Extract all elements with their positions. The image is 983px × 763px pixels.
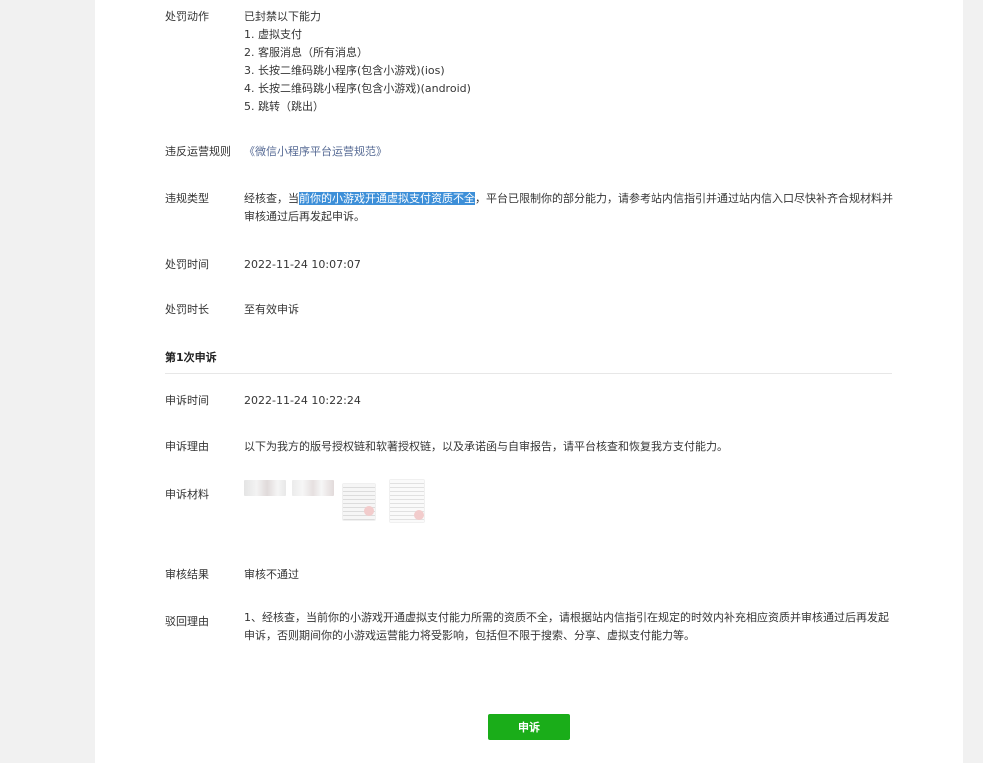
penalty-detail-card: 处罚动作 已封禁以下能力 1. 虚拟支付 2. 客服消息（所有消息） 3. 长按…	[95, 0, 963, 763]
penalty-time-label: 处罚时间	[165, 258, 209, 271]
reject-reason-value: 1、经核查，当前你的小游戏开通虚拟支付能力所需的资质不全，请根据站内信指引在规定…	[244, 611, 889, 642]
penalty-time-value: 2022-11-24 10:07:07	[244, 258, 361, 271]
penalty-duration-label: 处罚时长	[165, 303, 209, 316]
appeal-button[interactable]: 申诉	[488, 714, 570, 740]
appeal-section-title: 第1次申诉	[165, 351, 217, 364]
penalty-duration-value: 至有效申诉	[244, 303, 299, 316]
violation-type-value: 经核查，当前你的小游戏开通虚拟支付资质不全，平台已限制你的部分能力，请参考站内信…	[244, 190, 894, 226]
material-thumbnail[interactable]	[244, 480, 286, 496]
penalty-action-item: 1. 虚拟支付	[244, 28, 302, 41]
material-stamp	[364, 506, 374, 516]
appeal-time-value: 2022-11-24 10:22:24	[244, 394, 361, 407]
material-stamp	[414, 510, 424, 520]
review-result-label: 审核结果	[165, 568, 209, 581]
violation-type-prefix: 经核查，当	[244, 192, 299, 205]
penalty-action-value: 已封禁以下能力 1. 虚拟支付 2. 客服消息（所有消息） 3. 长按二维码跳小…	[244, 8, 894, 116]
appeal-materials-thumbnails	[244, 480, 444, 530]
penalty-action-item: 2. 客服消息（所有消息）	[244, 46, 368, 59]
appeal-reason-value: 以下为我方的版号授权链和软著授权链，以及承诺函与自审报告，请平台核查和恢复我方支…	[244, 440, 728, 453]
reject-reason-label: 驳回理由	[165, 615, 209, 628]
penalty-action-item: 5. 跳转（跳出）	[244, 100, 324, 113]
appeal-reason-label: 申诉理由	[165, 440, 209, 453]
violated-rule-label: 违反运营规则	[165, 145, 231, 158]
violation-type-label: 违规类型	[165, 192, 209, 205]
violation-type-highlight: 前你的小游戏开通虚拟支付资质不全	[299, 192, 475, 205]
penalty-action-item: 3. 长按二维码跳小程序(包含小游戏)(ios)	[244, 64, 445, 77]
operation-rules-link[interactable]: 《微信小程序平台运营规范》	[244, 143, 894, 161]
appeal-materials-label: 申诉材料	[165, 488, 209, 501]
appeal-time-label: 申诉时间	[165, 394, 209, 407]
section-divider	[165, 373, 892, 374]
material-thumbnail[interactable]	[292, 480, 334, 496]
penalty-action-label: 处罚动作	[165, 10, 209, 23]
review-result-value: 审核不通过	[244, 568, 299, 581]
penalty-action-item: 4. 长按二维码跳小程序(包含小游戏)(android)	[244, 82, 471, 95]
penalty-action-intro: 已封禁以下能力	[244, 10, 321, 23]
